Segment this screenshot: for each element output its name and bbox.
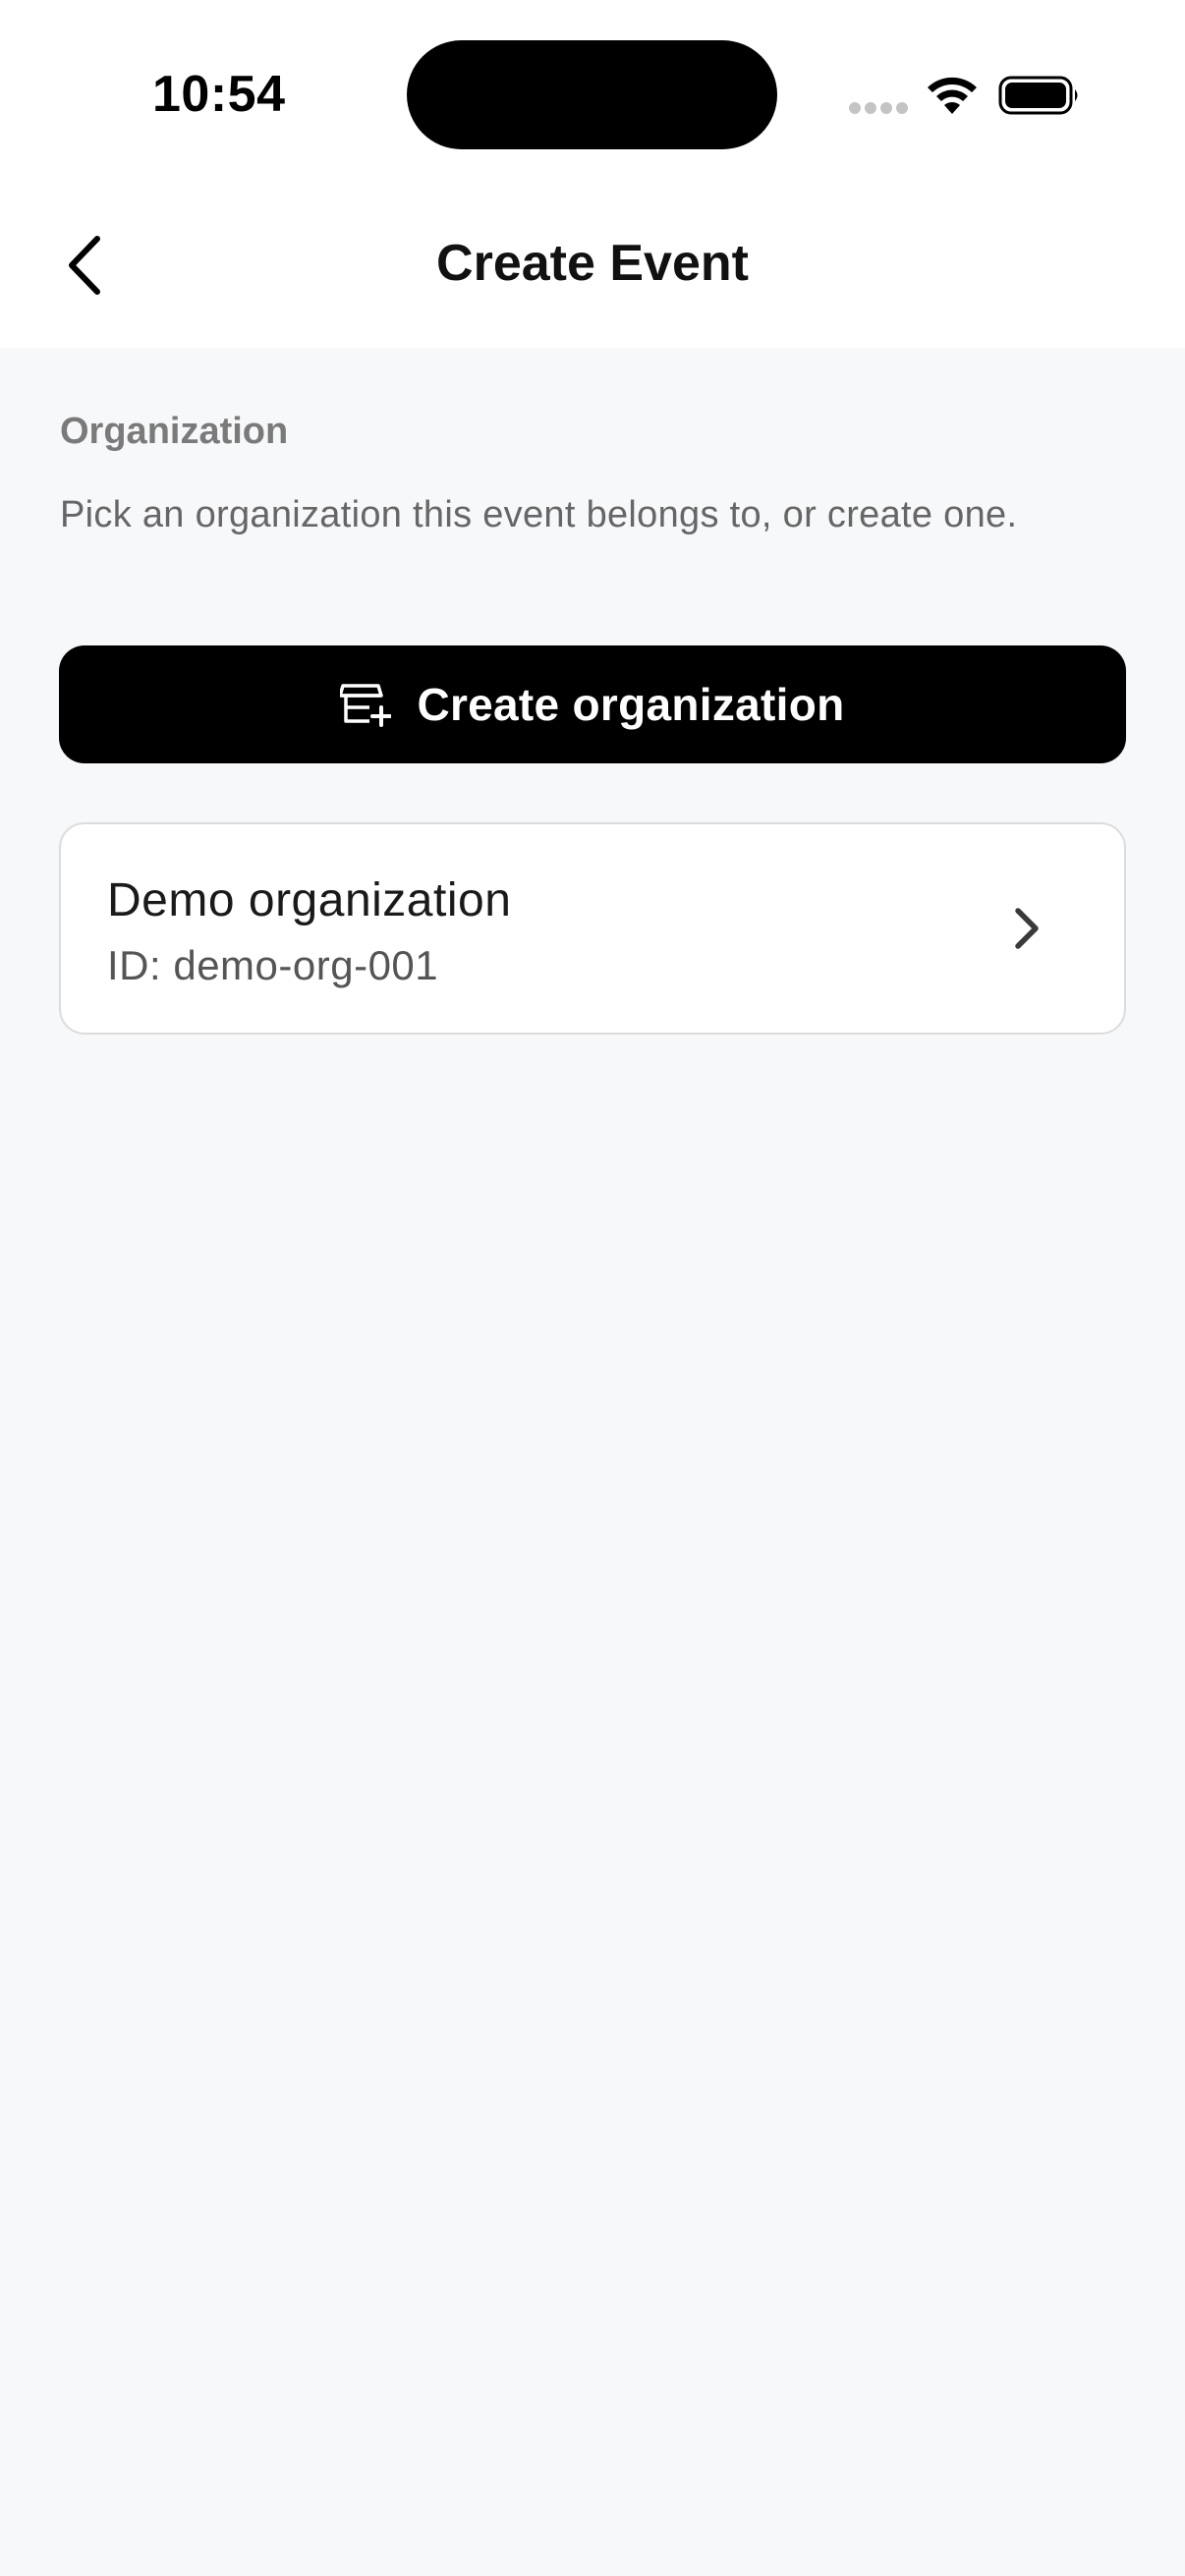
chevron-right-icon bbox=[1015, 908, 1039, 949]
create-organization-button[interactable]: Create organization bbox=[59, 645, 1126, 763]
battery-icon bbox=[998, 76, 1078, 115]
page-title: Create Event bbox=[436, 235, 749, 292]
dynamic-island bbox=[407, 40, 777, 149]
store-plus-icon bbox=[340, 684, 392, 727]
wifi-icon bbox=[928, 77, 977, 114]
top-bar: 10:54 Create Event bbox=[0, 0, 1185, 348]
cellular-signal-icon bbox=[849, 102, 908, 116]
organization-id: ID: demo-org-001 bbox=[107, 942, 439, 988]
organization-name: Demo organization bbox=[107, 874, 512, 926]
create-organization-label: Create organization bbox=[417, 679, 845, 730]
organization-list-item[interactable]: Demo organization ID: demo-org-001 bbox=[59, 822, 1126, 1035]
status-time: 10:54 bbox=[152, 66, 286, 123]
section-description: Pick an organization this event belongs … bbox=[60, 494, 1018, 535]
section-label: Organization bbox=[60, 411, 289, 452]
